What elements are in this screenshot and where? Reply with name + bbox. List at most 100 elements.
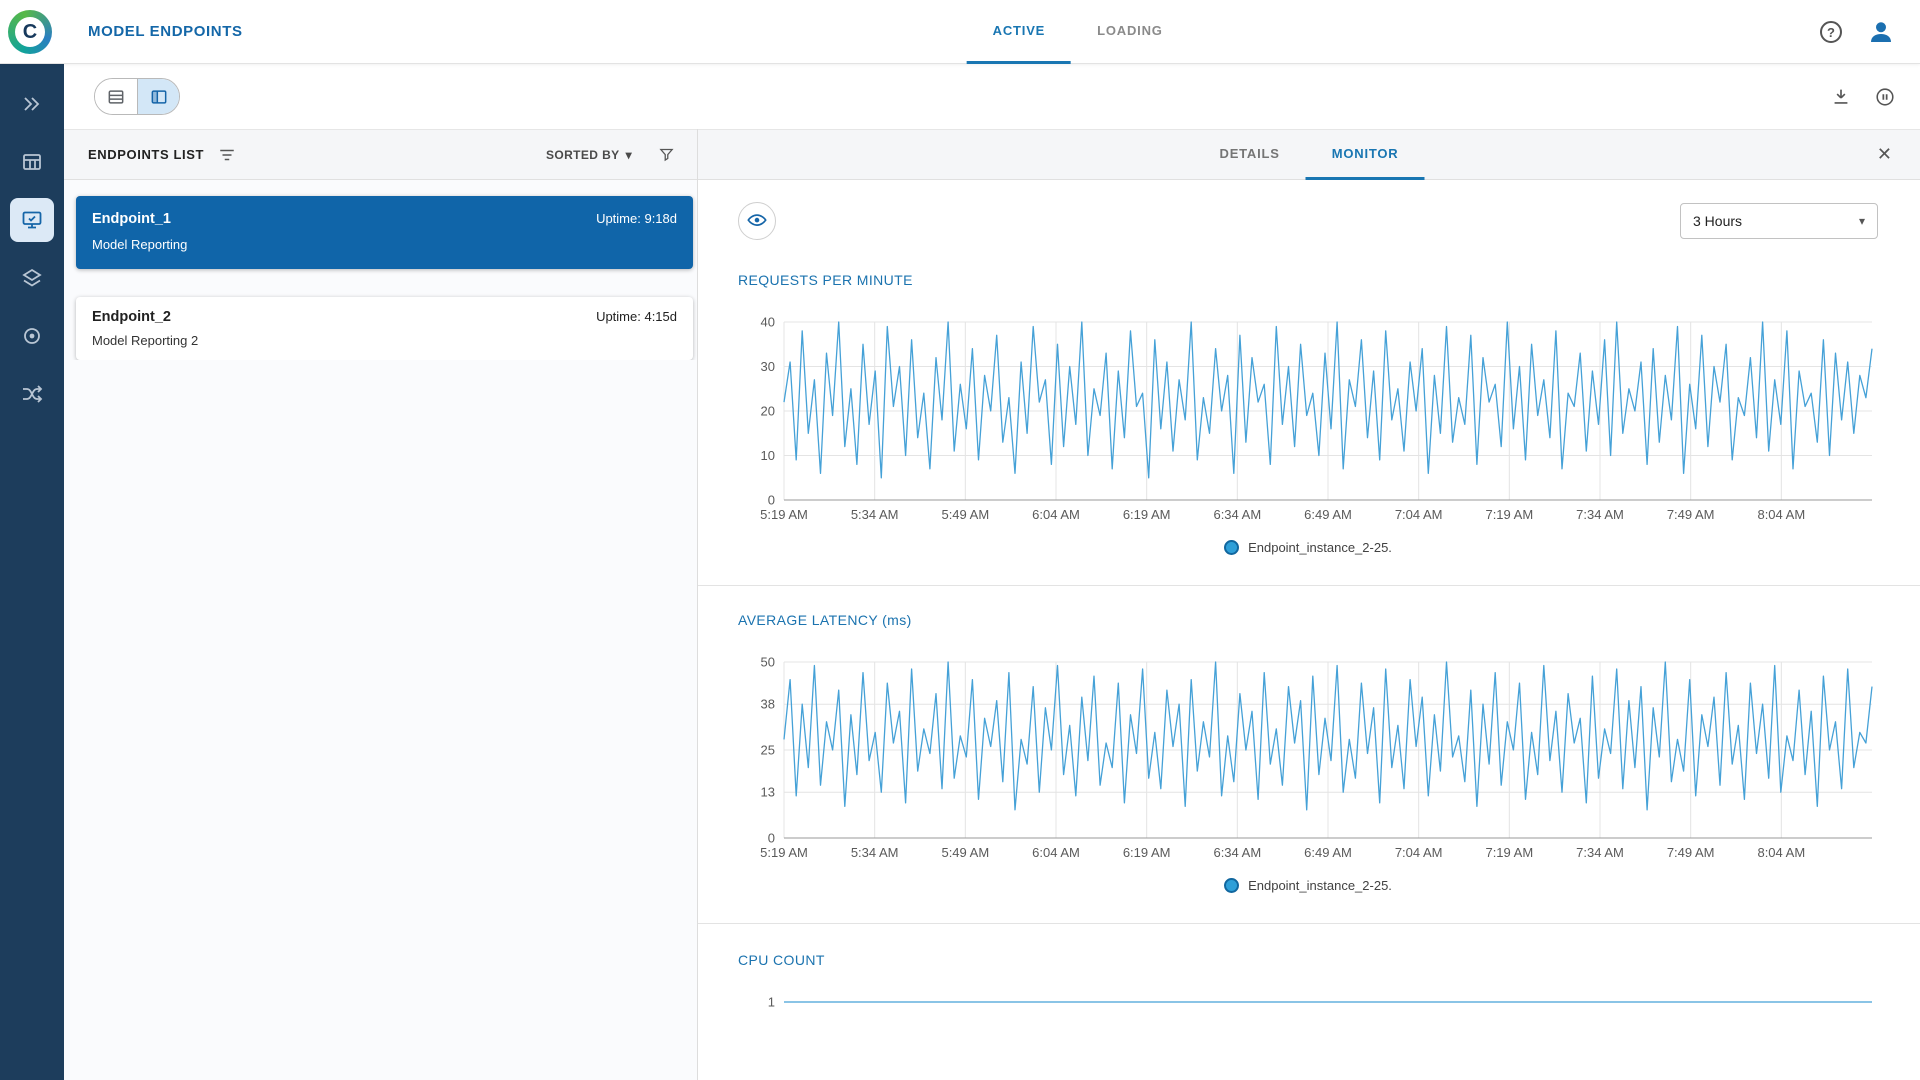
hub-icon bbox=[24, 328, 40, 344]
svg-text:6:19 AM: 6:19 AM bbox=[1123, 845, 1171, 860]
svg-text:8:04 AM: 8:04 AM bbox=[1757, 845, 1805, 860]
cpu-count-chart: 1 bbox=[768, 995, 1872, 1010]
chart-title-requests: REQUESTS PER MINUTE bbox=[738, 272, 913, 288]
visibility-button[interactable] bbox=[738, 202, 776, 240]
requests-per-minute-chart: 5:19 AM 5:34 AM 5:49 AM 6:04 AM 6:19 AM 6:34 … bbox=[760, 315, 1873, 522]
sidebar-item-models[interactable] bbox=[10, 314, 54, 358]
view-list-icon bbox=[108, 89, 124, 104]
svg-text:38: 38 bbox=[761, 697, 775, 712]
svg-text:6:34 AM: 6:34 AM bbox=[1213, 845, 1261, 860]
split-view-toggle[interactable] bbox=[137, 79, 179, 114]
list-view-toggle[interactable] bbox=[95, 79, 137, 114]
endpoint-subtitle: Model Reporting 2 bbox=[92, 333, 199, 348]
svg-text:7:34 AM: 7:34 AM bbox=[1576, 507, 1624, 522]
section-divider bbox=[698, 923, 1920, 924]
sort-tune-button[interactable] bbox=[218, 146, 236, 164]
download-button[interactable] bbox=[1830, 86, 1852, 108]
tune-icon bbox=[220, 149, 234, 160]
time-range-value: 3 Hours bbox=[1693, 213, 1743, 229]
tab-loading[interactable]: LOADING bbox=[1071, 0, 1189, 64]
sidebar-item-layers[interactable] bbox=[10, 256, 54, 300]
sorted-by-dropdown[interactable]: SORTED BY ▾ bbox=[546, 148, 632, 162]
chart-title-latency: AVERAGE LATENCY (ms) bbox=[738, 612, 912, 628]
svg-text:7:19 AM: 7:19 AM bbox=[1485, 507, 1533, 522]
sorted-by-label: SORTED BY bbox=[545, 147, 620, 162]
sidebar bbox=[0, 64, 64, 1080]
filter-button[interactable] bbox=[658, 146, 675, 163]
svg-text:5:49 AM: 5:49 AM bbox=[941, 845, 989, 860]
svg-text:5:49 AM: 5:49 AM bbox=[941, 507, 989, 522]
svg-text:13: 13 bbox=[761, 785, 775, 800]
endpoint-name: Endpoint_2 bbox=[92, 309, 171, 325]
model-endpoints-icon bbox=[22, 211, 42, 229]
svg-text:6:49 AM: 6:49 AM bbox=[1304, 845, 1352, 860]
pause-circle-icon bbox=[1876, 87, 1894, 106]
eye-icon bbox=[747, 214, 767, 226]
pause-refresh-button[interactable] bbox=[1874, 86, 1896, 108]
fast-forward-icon bbox=[24, 97, 40, 111]
monitor-content: 3 Hours ▾ REQUESTS PER MINUTE 5:19 AM 5:3… bbox=[698, 180, 1920, 1080]
svg-text:0: 0 bbox=[768, 493, 775, 508]
average-latency-chart: 5:19 AM 5:34 AM 5:49 AM 6:04 AM 6:19 AM 6:34 … bbox=[760, 655, 1873, 860]
person-icon bbox=[1871, 22, 1891, 42]
svg-text:40: 40 bbox=[761, 315, 775, 330]
endpoints-panel: ENDPOINTS LIST SORTED BY ▾ Endpoint_1 Up… bbox=[64, 129, 698, 1080]
user-avatar[interactable] bbox=[1866, 17, 1896, 47]
filter-funnel-icon bbox=[659, 148, 674, 162]
sidebar-item-model-endpoints[interactable] bbox=[10, 198, 54, 242]
svg-text:0: 0 bbox=[768, 831, 775, 846]
svg-text:5:19 AM: 5:19 AM bbox=[760, 845, 808, 860]
svg-text:5:19 AM: 5:19 AM bbox=[760, 507, 808, 522]
logo-letter: C bbox=[15, 17, 45, 47]
svg-text:6:04 AM: 6:04 AM bbox=[1032, 507, 1080, 522]
endpoint-uptime: Uptime: 9:18d bbox=[596, 211, 677, 226]
sidebar-item-datasets[interactable] bbox=[10, 140, 54, 184]
svg-text:20: 20 bbox=[761, 404, 775, 419]
legend-label: Endpoint_instance_2-25. bbox=[1248, 540, 1392, 555]
monitor-panel-header: DETAILS MONITOR ✕ bbox=[698, 129, 1920, 180]
download-icon bbox=[1834, 89, 1848, 104]
tab-details[interactable]: DETAILS bbox=[1194, 129, 1306, 180]
tab-active[interactable]: ACTIVE bbox=[966, 0, 1072, 64]
svg-text:8:04 AM: 8:04 AM bbox=[1757, 507, 1805, 522]
endpoints-list-title: ENDPOINTS LIST bbox=[88, 147, 205, 162]
endpoints-panel-header: ENDPOINTS LIST SORTED BY ▾ bbox=[64, 129, 697, 180]
chart-legend: Endpoint_instance_2-25. bbox=[738, 878, 1878, 893]
monitor-panel: DETAILS MONITOR ✕ 3 Hours ▾ REQUESTS PER… bbox=[698, 129, 1920, 1080]
toolbar-actions bbox=[1830, 64, 1896, 129]
header-tabs: ACTIVE LOADING bbox=[966, 0, 1189, 64]
svg-text:10: 10 bbox=[761, 448, 775, 463]
help-icon[interactable]: ? bbox=[1820, 21, 1842, 43]
endpoint-subtitle: Model Reporting bbox=[92, 237, 188, 252]
section-divider bbox=[698, 585, 1920, 586]
svg-text:5:34 AM: 5:34 AM bbox=[851, 845, 899, 860]
svg-text:30: 30 bbox=[761, 359, 775, 374]
endpoint-uptime: Uptime: 4:15d bbox=[596, 309, 677, 324]
close-icon[interactable]: ✕ bbox=[1877, 144, 1892, 165]
chevron-down-icon: ▾ bbox=[1858, 214, 1865, 228]
svg-text:6:04 AM: 6:04 AM bbox=[1032, 845, 1080, 860]
legend-dot-icon bbox=[1224, 878, 1240, 893]
endpoint-card[interactable]: Endpoint_2 Uptime: 4:15d Model Reporting… bbox=[76, 297, 693, 360]
layers-icon bbox=[22, 268, 42, 287]
time-range-select[interactable]: 3 Hours ▾ bbox=[1680, 203, 1878, 239]
svg-text:7:04 AM: 7:04 AM bbox=[1395, 507, 1443, 522]
tab-monitor[interactable]: MONITOR bbox=[1305, 129, 1425, 180]
endpoint-card[interactable]: Endpoint_1 Uptime: 9:18d Model Reporting bbox=[76, 196, 693, 269]
table-grid-icon bbox=[23, 154, 41, 170]
view-split-icon bbox=[151, 89, 166, 104]
monitor-controls: 3 Hours ▾ bbox=[738, 202, 1878, 240]
monitor-tabs: DETAILS MONITOR bbox=[1194, 129, 1425, 180]
chart-title-cpu: CPU COUNT bbox=[738, 952, 825, 968]
app-logo[interactable]: C bbox=[8, 10, 52, 54]
sidebar-item-deploy[interactable] bbox=[10, 82, 54, 126]
svg-text:7:19 AM: 7:19 AM bbox=[1485, 845, 1533, 860]
endpoint-name: Endpoint_1 bbox=[92, 211, 171, 227]
svg-text:5:34 AM: 5:34 AM bbox=[851, 507, 899, 522]
svg-text:7:34 AM: 7:34 AM bbox=[1576, 845, 1624, 860]
sidebar-item-pipelines[interactable] bbox=[10, 372, 54, 416]
svg-text:6:19 AM: 6:19 AM bbox=[1123, 507, 1171, 522]
svg-text:1: 1 bbox=[768, 995, 775, 1010]
main-content: ENDPOINTS LIST SORTED BY ▾ Endpoint_1 Up… bbox=[64, 129, 1920, 1080]
header-actions: ? bbox=[1820, 0, 1896, 64]
